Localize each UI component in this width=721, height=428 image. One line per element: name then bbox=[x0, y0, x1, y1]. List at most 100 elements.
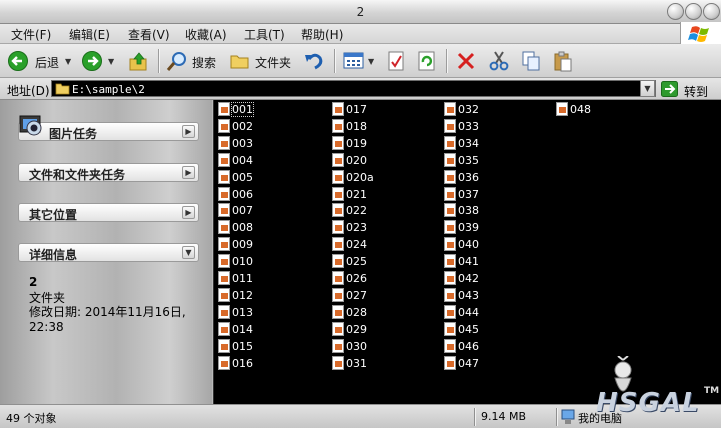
file-item[interactable]: 020a bbox=[329, 169, 434, 185]
file-item[interactable]: 019 bbox=[329, 135, 434, 151]
back-arrow-icon[interactable] bbox=[8, 51, 28, 71]
file-item[interactable]: 020 bbox=[329, 152, 434, 168]
file-item[interactable]: 014 bbox=[215, 321, 320, 337]
file-item[interactable]: 045 bbox=[441, 321, 546, 337]
file-item[interactable]: 031 bbox=[329, 355, 434, 371]
expand-arrow-icon[interactable]: ▶ bbox=[182, 166, 195, 179]
file-item[interactable]: 038 bbox=[441, 202, 546, 218]
file-item[interactable]: 012 bbox=[215, 287, 320, 303]
file-name: 020a bbox=[346, 170, 374, 184]
file-item[interactable]: 036 bbox=[441, 169, 546, 185]
file-item[interactable]: 027 bbox=[329, 287, 434, 303]
expand-arrow-icon[interactable]: ▶ bbox=[182, 206, 195, 219]
file-item[interactable]: 028 bbox=[329, 304, 434, 320]
properties-icon[interactable] bbox=[386, 50, 406, 72]
file-folder-tasks-header[interactable]: 文件和文件夹任务 ▶ bbox=[18, 163, 199, 182]
file-item[interactable]: 041 bbox=[441, 253, 546, 269]
forward-dropdown-icon[interactable]: ▼ bbox=[108, 57, 114, 66]
file-item[interactable]: 042 bbox=[441, 270, 546, 286]
search-button-label[interactable]: 搜索 bbox=[192, 54, 216, 71]
file-item[interactable]: 044 bbox=[441, 304, 546, 320]
file-item[interactable]: 013 bbox=[215, 304, 320, 320]
file-item[interactable]: 016 bbox=[215, 355, 320, 371]
file-item[interactable]: 018 bbox=[329, 118, 434, 134]
forward-arrow-icon[interactable] bbox=[82, 51, 102, 71]
file-item[interactable]: 033 bbox=[441, 118, 546, 134]
undo-icon[interactable] bbox=[303, 50, 325, 72]
file-item[interactable]: 024 bbox=[329, 236, 434, 252]
file-item[interactable]: 003 bbox=[215, 135, 320, 151]
file-name: 009 bbox=[232, 238, 253, 252]
menu-favorites[interactable]: 收藏(A) bbox=[185, 26, 227, 43]
menu-view[interactable]: 查看(V) bbox=[128, 26, 170, 43]
file-item[interactable]: 004 bbox=[215, 152, 320, 168]
file-item[interactable]: 007 bbox=[215, 202, 320, 218]
details-header[interactable]: 详细信息 ▼ bbox=[18, 243, 199, 262]
close-button[interactable] bbox=[703, 3, 720, 20]
file-name: 020 bbox=[346, 153, 367, 167]
image-file-icon bbox=[218, 102, 230, 116]
file-item[interactable]: 030 bbox=[329, 338, 434, 354]
file-item[interactable]: 043 bbox=[441, 287, 546, 303]
file-name: 002 bbox=[232, 119, 253, 133]
file-item[interactable]: 011 bbox=[215, 270, 320, 286]
refresh-icon[interactable] bbox=[416, 50, 438, 72]
menu-help[interactable]: 帮助(H) bbox=[301, 26, 343, 43]
back-dropdown-icon[interactable]: ▼ bbox=[65, 57, 71, 66]
address-input[interactable]: E:\sample\2 bbox=[51, 80, 656, 97]
image-file-icon bbox=[218, 254, 230, 269]
file-item[interactable]: 037 bbox=[441, 186, 546, 202]
file-item[interactable]: 021 bbox=[329, 186, 434, 202]
file-item[interactable]: 032 bbox=[441, 101, 546, 117]
menu-tools[interactable]: 工具(T) bbox=[244, 26, 285, 43]
expand-arrow-icon[interactable]: ▶ bbox=[182, 125, 195, 138]
file-item[interactable]: 035 bbox=[441, 152, 546, 168]
copy-icon[interactable] bbox=[520, 50, 542, 72]
file-item[interactable]: 002 bbox=[215, 118, 320, 134]
file-item[interactable]: 009 bbox=[215, 236, 320, 252]
views-icon[interactable] bbox=[343, 51, 365, 71]
go-arrow-icon[interactable] bbox=[661, 81, 678, 97]
file-name: 016 bbox=[232, 356, 253, 370]
address-dropdown-icon[interactable]: ▼ bbox=[640, 80, 655, 97]
search-icon[interactable] bbox=[166, 50, 188, 72]
maximize-button[interactable] bbox=[685, 3, 702, 20]
go-button-label[interactable]: 转到 bbox=[684, 83, 708, 100]
menu-edit[interactable]: 编辑(E) bbox=[69, 26, 110, 43]
file-list[interactable]: 001 002 003 004 005 006 007 008 009 010 011 012 013 0… bbox=[213, 100, 721, 404]
menu-file[interactable]: 文件(F) bbox=[11, 26, 51, 43]
file-item[interactable]: 026 bbox=[329, 270, 434, 286]
file-item[interactable]: 047 bbox=[441, 355, 546, 371]
file-item[interactable]: 001 bbox=[215, 101, 320, 117]
file-name: 003 bbox=[232, 136, 253, 150]
collapse-arrow-icon[interactable]: ▼ bbox=[182, 246, 195, 259]
file-item[interactable]: 048 bbox=[553, 101, 658, 117]
delete-icon[interactable] bbox=[456, 51, 476, 71]
file-item[interactable]: 010 bbox=[215, 253, 320, 269]
up-folder-icon[interactable] bbox=[128, 50, 150, 72]
other-places-header[interactable]: 其它位置 ▶ bbox=[18, 203, 199, 222]
paste-icon[interactable] bbox=[552, 50, 574, 72]
file-item[interactable]: 040 bbox=[441, 236, 546, 252]
minimize-button[interactable] bbox=[667, 3, 684, 20]
title-bar[interactable]: 2 bbox=[0, 0, 721, 24]
file-item[interactable]: 046 bbox=[441, 338, 546, 354]
file-item[interactable]: 025 bbox=[329, 253, 434, 269]
folders-button-label[interactable]: 文件夹 bbox=[255, 54, 291, 71]
file-item[interactable]: 008 bbox=[215, 219, 320, 235]
file-item[interactable]: 039 bbox=[441, 219, 546, 235]
folders-icon[interactable] bbox=[229, 50, 251, 72]
file-item[interactable]: 034 bbox=[441, 135, 546, 151]
file-item[interactable]: 023 bbox=[329, 219, 434, 235]
file-item[interactable]: 029 bbox=[329, 321, 434, 337]
file-item[interactable]: 017 bbox=[329, 101, 434, 117]
views-dropdown-icon[interactable]: ▼ bbox=[368, 57, 374, 66]
file-item[interactable]: 015 bbox=[215, 338, 320, 354]
file-item[interactable]: 006 bbox=[215, 186, 320, 202]
back-button-label[interactable]: 后退 bbox=[35, 54, 59, 71]
file-item[interactable]: 005 bbox=[215, 169, 320, 185]
cut-icon[interactable] bbox=[488, 50, 510, 72]
file-item[interactable]: 022 bbox=[329, 202, 434, 218]
image-file-icon bbox=[444, 102, 456, 116]
file-name: 046 bbox=[458, 339, 479, 353]
